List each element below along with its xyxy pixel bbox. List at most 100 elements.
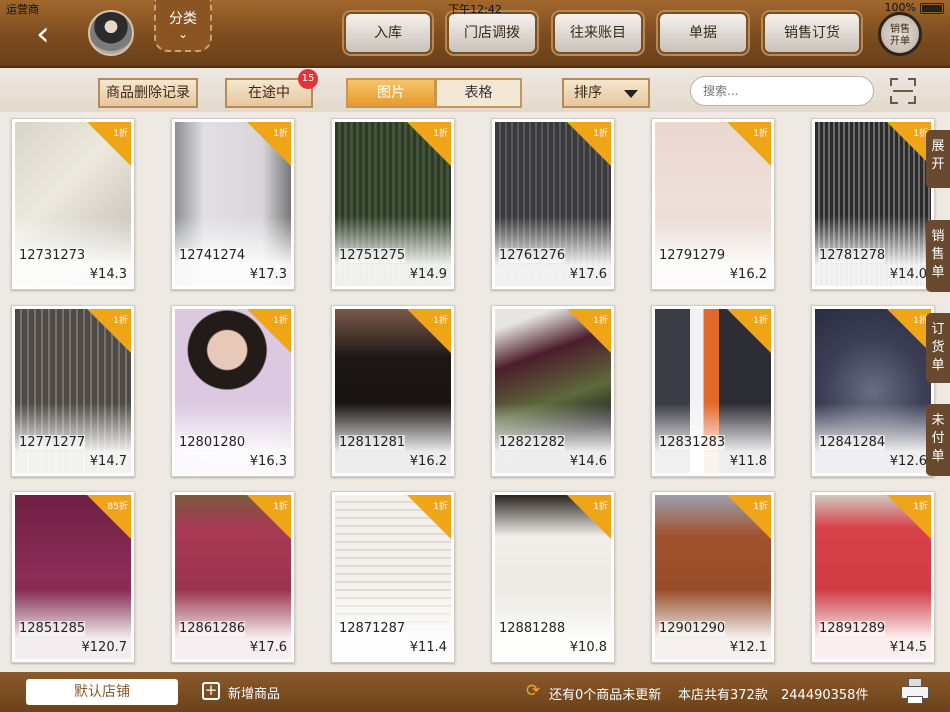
product-card[interactable]: 1折 12891289 ¥14.5 bbox=[811, 491, 935, 663]
product-code: 12801280 bbox=[179, 435, 246, 450]
add-product-label[interactable]: 新增商品 bbox=[228, 683, 280, 702]
discount-label: 1折 bbox=[273, 129, 288, 139]
sales-order-button[interactable]: 销售订货 bbox=[763, 12, 861, 54]
search-input[interactable] bbox=[690, 76, 874, 106]
scan-icon[interactable] bbox=[890, 78, 916, 104]
discount-label: 1折 bbox=[913, 502, 928, 512]
product-code: 12881288 bbox=[499, 621, 566, 636]
product-card[interactable]: 1折 12861286 ¥17.6 bbox=[171, 491, 295, 663]
product-card[interactable]: 1折 12881288 ¥10.8 bbox=[491, 491, 615, 663]
product-price: ¥12.1 bbox=[729, 640, 767, 655]
product-code: 12831283 bbox=[659, 435, 726, 450]
side-tab-expand[interactable]: 展开 bbox=[926, 130, 950, 188]
product-card[interactable]: 85折 12851285 ¥120.7 bbox=[11, 491, 135, 663]
picture-view-tab[interactable]: 图片 bbox=[346, 78, 436, 108]
store-transfer-button[interactable]: 门店调拨 bbox=[447, 12, 537, 54]
delete-log-button[interactable]: 商品删除记录 bbox=[98, 78, 198, 108]
printer-icon[interactable] bbox=[900, 678, 930, 706]
discount-label: 1折 bbox=[753, 502, 768, 512]
product-price: ¥10.8 bbox=[569, 640, 607, 655]
in-transit-count-badge: 15 bbox=[298, 69, 318, 89]
product-price: ¥17.6 bbox=[569, 267, 607, 282]
product-code: 12851285 bbox=[19, 621, 86, 636]
product-card[interactable]: 1折 12741274 ¥17.3 bbox=[171, 118, 295, 290]
table-view-tab[interactable]: 表格 bbox=[435, 78, 522, 108]
create-sale-button[interactable]: 销售 开单 bbox=[878, 12, 922, 56]
product-card[interactable]: 1折 12751275 ¥14.9 bbox=[331, 118, 455, 290]
sort-dropdown[interactable]: 排序 bbox=[562, 78, 650, 108]
item-count: 244490358件 bbox=[781, 688, 869, 703]
side-tab-orders[interactable]: 订货单 bbox=[926, 313, 950, 383]
product-code: 12861286 bbox=[179, 621, 246, 636]
product-code: 12781278 bbox=[819, 248, 886, 263]
discount-label: 1折 bbox=[593, 502, 608, 512]
product-code: 12771277 bbox=[19, 435, 86, 450]
product-price: ¥16.2 bbox=[409, 454, 447, 469]
product-card[interactable]: 1折 12781278 ¥14.0 bbox=[811, 118, 935, 290]
product-card[interactable]: 1折 12821282 ¥14.6 bbox=[491, 305, 615, 477]
product-card[interactable]: 1折 12771277 ¥14.7 bbox=[11, 305, 135, 477]
battery-percent: 100% bbox=[884, 1, 916, 14]
product-price: ¥14.9 bbox=[409, 267, 447, 282]
unsynced-status: 还有0个商品未更新 bbox=[549, 688, 662, 703]
product-card[interactable]: 1折 12831283 ¥11.8 bbox=[651, 305, 775, 477]
product-code: 12901290 bbox=[659, 621, 726, 636]
create-sale-line1: 销售 bbox=[890, 24, 910, 35]
product-price: ¥11.8 bbox=[729, 454, 767, 469]
product-code: 12731273 bbox=[19, 248, 86, 263]
status-bar: 运营商 下午12:42 100% bbox=[0, 0, 950, 16]
product-code: 12761276 bbox=[499, 248, 566, 263]
discount-label: 1折 bbox=[433, 502, 448, 512]
product-code: 12741274 bbox=[179, 248, 246, 263]
create-sale-line2: 开单 bbox=[890, 36, 910, 47]
refresh-icon[interactable]: ⟳ bbox=[526, 681, 540, 701]
stock-in-button[interactable]: 入库 bbox=[344, 12, 432, 54]
discount-label: 1折 bbox=[753, 316, 768, 326]
product-code: 12751275 bbox=[339, 248, 406, 263]
store-total: 本店共有372款 bbox=[678, 688, 768, 703]
discount-label: 1折 bbox=[273, 316, 288, 326]
battery-icon bbox=[920, 3, 944, 14]
product-card[interactable]: 1折 12791279 ¥16.2 bbox=[651, 118, 775, 290]
discount-label: 1折 bbox=[593, 129, 608, 139]
add-icon[interactable]: + bbox=[202, 682, 220, 700]
discount-label: 1折 bbox=[593, 316, 608, 326]
product-card[interactable]: 1折 12731273 ¥14.3 bbox=[11, 118, 135, 290]
back-arrow-icon[interactable]: ‹ bbox=[36, 17, 62, 51]
product-price: ¥14.7 bbox=[89, 454, 127, 469]
dropdown-triangle-icon bbox=[624, 90, 638, 98]
discount-label: 1折 bbox=[273, 502, 288, 512]
default-store-button[interactable]: 默认店铺 bbox=[26, 679, 178, 705]
product-price: ¥120.7 bbox=[81, 640, 128, 655]
product-price: ¥17.6 bbox=[249, 640, 287, 655]
product-card[interactable]: 1折 12811281 ¥16.2 bbox=[331, 305, 455, 477]
chevron-down-icon: ⌄ bbox=[177, 27, 189, 41]
side-tab-unpaid[interactable]: 未付单 bbox=[926, 404, 950, 476]
product-code: 12891289 bbox=[819, 621, 886, 636]
sort-label: 排序 bbox=[574, 85, 602, 101]
product-price: ¥17.3 bbox=[249, 267, 287, 282]
documents-button[interactable]: 单据 bbox=[658, 12, 748, 54]
product-code: 12841284 bbox=[819, 435, 886, 450]
product-card[interactable]: 1折 12841284 ¥12.6 bbox=[811, 305, 935, 477]
product-code: 12811281 bbox=[339, 435, 406, 450]
discount-label: 1折 bbox=[433, 316, 448, 326]
discount-label: 1折 bbox=[433, 129, 448, 139]
discount-label: 85折 bbox=[107, 502, 128, 512]
product-price: ¥14.0 bbox=[889, 267, 927, 282]
product-code: 12791279 bbox=[659, 248, 726, 263]
product-card[interactable]: 1折 12801280 ¥16.3 bbox=[171, 305, 295, 477]
product-code: 12821282 bbox=[499, 435, 566, 450]
product-card[interactable]: 1折 12871287 ¥11.4 bbox=[331, 491, 455, 663]
product-grid bbox=[0, 112, 950, 672]
product-price: ¥16.2 bbox=[729, 267, 767, 282]
product-card[interactable]: 1折 12901290 ¥12.1 bbox=[651, 491, 775, 663]
product-card[interactable]: 1折 12761276 ¥17.6 bbox=[491, 118, 615, 290]
product-code: 12871287 bbox=[339, 621, 406, 636]
discount-label: 1折 bbox=[113, 129, 128, 139]
product-price: ¥14.6 bbox=[569, 454, 607, 469]
side-tab-sales[interactable]: 销售单 bbox=[926, 220, 950, 292]
accounts-button[interactable]: 往来账目 bbox=[553, 12, 643, 54]
product-price: ¥14.5 bbox=[889, 640, 927, 655]
product-price: ¥11.4 bbox=[409, 640, 447, 655]
